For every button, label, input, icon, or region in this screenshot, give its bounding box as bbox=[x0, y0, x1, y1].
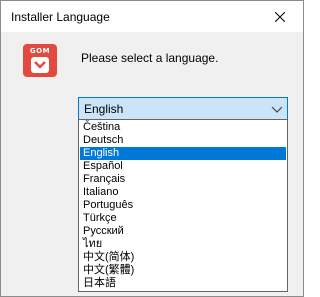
language-option-th[interactable]: ไทย bbox=[80, 238, 286, 251]
language-option-zh-hans[interactable]: 中文(简体) bbox=[80, 251, 286, 264]
language-option-zh-hant[interactable]: 中文(繁體) bbox=[80, 264, 286, 277]
language-option-cs[interactable]: Čeština bbox=[80, 121, 286, 134]
language-select[interactable]: English bbox=[78, 97, 288, 120]
window-title: Installer Language bbox=[11, 10, 110, 24]
chevron-down-icon bbox=[34, 61, 46, 69]
language-option-fr[interactable]: Français bbox=[80, 173, 286, 186]
gom-app-icon: GOM bbox=[23, 44, 57, 77]
app-icon-brand: GOM bbox=[29, 47, 51, 55]
title-bar: Installer Language bbox=[1, 1, 303, 32]
language-option-ja[interactable]: 日本語 bbox=[80, 277, 286, 290]
language-option-it[interactable]: Italiano bbox=[80, 186, 286, 199]
chevron-down-icon bbox=[271, 106, 283, 113]
language-option-es[interactable]: Español bbox=[80, 160, 286, 173]
language-dropdown-list[interactable]: Čeština Deutsch English Español Français… bbox=[78, 119, 288, 292]
language-select-value: English bbox=[84, 102, 124, 116]
close-button[interactable] bbox=[257, 1, 303, 32]
installer-language-dialog: Installer Language GOM Please select a l… bbox=[0, 0, 304, 297]
dialog-body: GOM Please select a language. English Če… bbox=[1, 32, 303, 296]
chevron-badge bbox=[31, 57, 49, 73]
close-icon bbox=[275, 11, 285, 22]
language-option-ru[interactable]: Русский bbox=[80, 225, 286, 238]
language-option-tr[interactable]: Türkçe bbox=[80, 212, 286, 225]
language-option-de[interactable]: Deutsch bbox=[80, 134, 286, 147]
language-option-en[interactable]: English bbox=[80, 147, 286, 160]
language-prompt: Please select a language. bbox=[81, 51, 219, 65]
language-option-pt[interactable]: Português bbox=[80, 199, 286, 212]
